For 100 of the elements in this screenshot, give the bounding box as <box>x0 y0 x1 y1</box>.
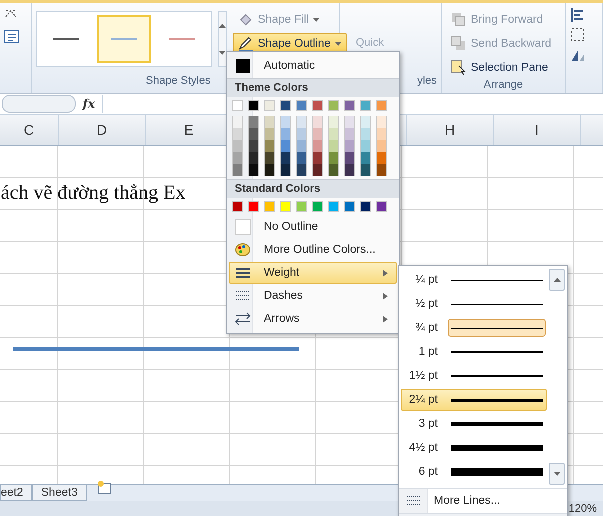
color-swatch[interactable] <box>248 128 259 140</box>
color-swatch[interactable] <box>232 152 243 164</box>
color-swatch[interactable] <box>360 164 371 176</box>
color-swatch[interactable] <box>264 201 275 212</box>
menu-item[interactable]: Dashes <box>229 285 397 307</box>
zoom-level[interactable]: 120% <box>568 502 597 514</box>
color-swatch[interactable] <box>376 201 387 212</box>
color-swatch[interactable] <box>312 100 323 111</box>
color-swatch[interactable] <box>280 164 291 176</box>
color-swatch[interactable] <box>264 116 275 128</box>
column-header[interactable]: D <box>59 115 146 145</box>
color-swatch[interactable] <box>296 100 307 111</box>
color-swatch[interactable] <box>312 201 323 212</box>
color-swatch[interactable] <box>280 116 291 128</box>
color-swatch[interactable] <box>328 152 339 164</box>
function-button[interactable]: fx <box>76 97 102 111</box>
color-swatch[interactable] <box>280 140 291 152</box>
shape-style-option[interactable] <box>97 15 151 63</box>
color-swatch[interactable] <box>264 140 275 152</box>
menu-item[interactable]: More Outline Colors... <box>229 239 397 261</box>
color-swatch[interactable] <box>360 100 371 111</box>
color-swatch[interactable] <box>296 116 307 128</box>
color-swatch[interactable] <box>328 164 339 176</box>
color-swatch[interactable] <box>248 140 259 152</box>
color-swatch[interactable] <box>232 201 243 212</box>
color-swatch[interactable] <box>264 164 275 176</box>
color-swatch[interactable] <box>344 164 355 176</box>
color-swatch[interactable] <box>344 201 355 212</box>
color-swatch[interactable] <box>248 116 259 128</box>
color-swatch[interactable] <box>296 164 307 176</box>
color-swatch[interactable] <box>360 116 371 128</box>
color-swatch[interactable] <box>376 116 387 128</box>
color-swatch[interactable] <box>376 140 387 152</box>
color-swatch[interactable] <box>248 152 259 164</box>
automatic-item[interactable]: Automatic <box>229 55 397 77</box>
sheet-tab[interactable]: Sheet3 <box>32 485 87 501</box>
color-swatch[interactable] <box>232 164 243 176</box>
color-swatch[interactable] <box>344 140 355 152</box>
color-swatch[interactable] <box>248 100 259 111</box>
color-swatch[interactable] <box>344 152 355 164</box>
color-swatch[interactable] <box>376 152 387 164</box>
color-swatch[interactable] <box>360 201 371 212</box>
color-swatch[interactable] <box>328 100 339 111</box>
color-swatch[interactable] <box>280 100 291 111</box>
color-swatch[interactable] <box>296 201 307 212</box>
column-header[interactable]: H <box>407 115 494 145</box>
gallery-scroll[interactable] <box>218 11 227 67</box>
color-swatch[interactable] <box>328 140 339 152</box>
color-swatch[interactable] <box>232 140 243 152</box>
color-swatch[interactable] <box>280 152 291 164</box>
weight-option[interactable]: 3 pt <box>401 413 547 435</box>
color-swatch[interactable] <box>328 116 339 128</box>
color-swatch[interactable] <box>248 201 259 212</box>
color-swatch[interactable] <box>312 152 323 164</box>
color-swatch[interactable] <box>232 116 243 128</box>
menu-item[interactable]: Arrows <box>229 308 397 330</box>
sheet-tab[interactable]: eet2 <box>0 485 32 501</box>
weight-option[interactable]: 1½ pt <box>401 365 547 387</box>
more-lines-item[interactable]: More Lines... <box>399 488 567 513</box>
color-swatch[interactable] <box>264 152 275 164</box>
column-header[interactable]: I <box>494 115 581 145</box>
color-swatch[interactable] <box>344 100 355 111</box>
color-swatch[interactable] <box>312 128 323 140</box>
color-swatch[interactable] <box>360 140 371 152</box>
color-swatch[interactable] <box>376 164 387 176</box>
color-swatch[interactable] <box>312 116 323 128</box>
color-swatch[interactable] <box>312 164 323 176</box>
color-swatch[interactable] <box>232 100 243 111</box>
color-swatch[interactable] <box>344 116 355 128</box>
name-box[interactable] <box>2 95 76 113</box>
menu-item[interactable]: No Outline <box>229 216 397 238</box>
color-swatch[interactable] <box>280 201 291 212</box>
scroll-down-button[interactable] <box>549 463 565 485</box>
weight-option[interactable]: ½ pt <box>401 293 547 315</box>
color-swatch[interactable] <box>328 201 339 212</box>
color-swatch[interactable] <box>296 140 307 152</box>
color-swatch[interactable] <box>360 152 371 164</box>
color-swatch[interactable] <box>280 128 291 140</box>
color-swatch[interactable] <box>360 128 371 140</box>
color-swatch[interactable] <box>296 128 307 140</box>
color-swatch[interactable] <box>376 128 387 140</box>
weight-option[interactable]: 2¼ pt <box>401 389 547 411</box>
color-swatch[interactable] <box>232 128 243 140</box>
color-swatch[interactable] <box>312 140 323 152</box>
color-swatch[interactable] <box>296 152 307 164</box>
weight-option[interactable]: 1 pt <box>401 341 547 363</box>
color-swatch[interactable] <box>248 164 259 176</box>
weight-option[interactable]: ¼ pt <box>401 269 547 291</box>
selection-pane-icon <box>451 60 467 76</box>
weight-option[interactable]: 4½ pt <box>401 437 547 459</box>
column-header[interactable]: C <box>0 115 59 145</box>
color-swatch[interactable] <box>264 128 275 140</box>
color-swatch[interactable] <box>344 128 355 140</box>
selection-pane-button[interactable]: Selection Pane <box>446 57 557 79</box>
scroll-up-button[interactable] <box>549 269 565 291</box>
color-swatch[interactable] <box>376 100 387 111</box>
color-swatch[interactable] <box>264 100 275 111</box>
weight-option[interactable]: 6 pt <box>401 461 547 483</box>
color-swatch[interactable] <box>328 128 339 140</box>
menu-item[interactable]: Weight <box>229 262 397 284</box>
